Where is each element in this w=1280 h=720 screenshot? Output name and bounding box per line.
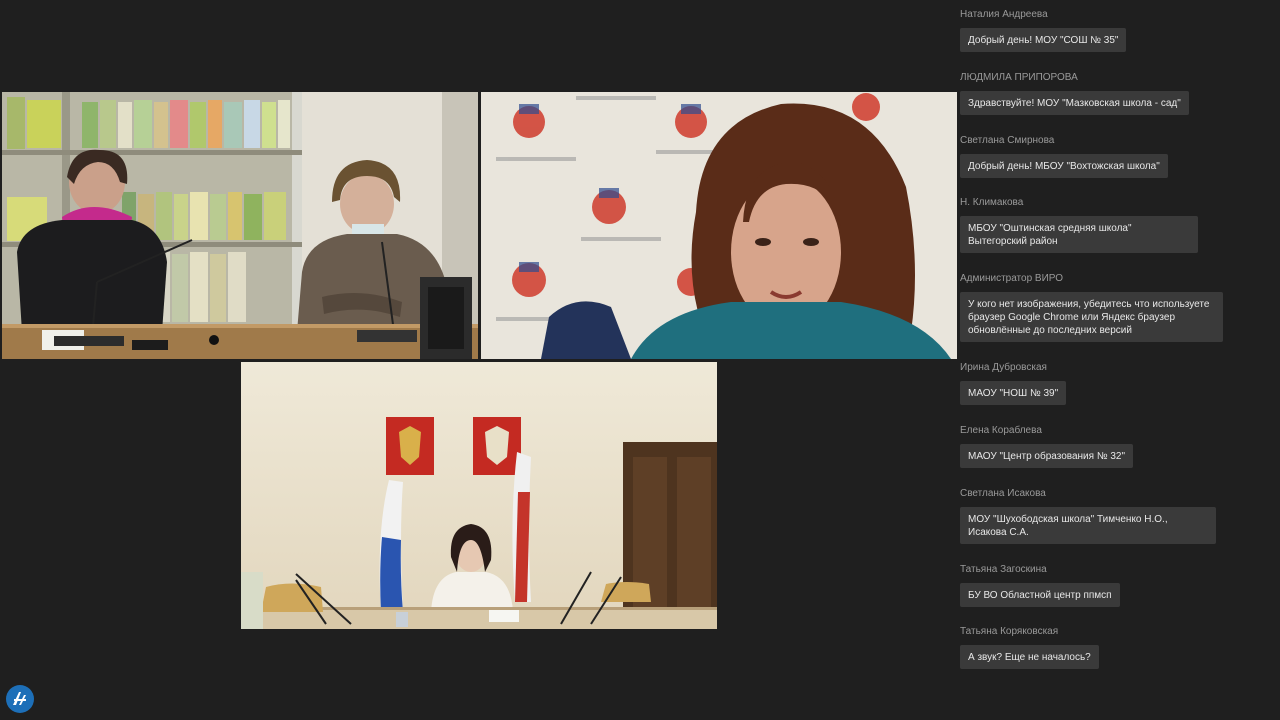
chat-message: Светлана Исакова МОУ "Шухободская школа"… [960,487,1216,544]
chat-bubble: МАОУ "НОШ № 39" [960,381,1067,405]
chat-author: Светлана Исакова [960,488,1046,499]
chat-panel: Наталия Андреева Добрый день! МОУ "СОШ №… [954,0,1280,720]
video-feed-icon [481,92,957,359]
chat-author: Татьяна Загоскина [960,564,1047,575]
chat-message: Светлана Смирнова Добрый день! МБОУ "Вох… [960,134,1168,178]
chat-author: Татьяна Коряковская [960,626,1059,637]
chat-message: Татьяна Коряковская А звук? Еще не начал… [960,625,1099,669]
video-feed-icon [241,362,717,629]
video-stage [0,0,958,720]
video-tile-speaker[interactable] [481,92,957,359]
chat-message: Татьяна Загоскина БУ ВО Областной центр … [960,563,1120,607]
video-tile-conference-hall[interactable] [241,362,717,629]
chat-bubble: Добрый день! МОУ "СОШ № 35" [960,28,1127,52]
chat-bubble: Добрый день! МБОУ "Вохтожская школа" [960,154,1168,178]
chat-bubble: БУ ВО Областной центр ппмсп [960,583,1120,607]
chat-bubble: МАОУ "Центр образования № 32" [960,444,1133,468]
video-tile-library-room[interactable] [2,92,478,359]
chat-message: Администратор ВИРО У кого нет изображени… [960,272,1223,342]
chat-bubble: МОУ "Шухободская школа" Тимченко Н.О., И… [960,507,1216,544]
chat-author: Администратор ВИРО [960,273,1064,284]
chat-message: Елена Кораблева МАОУ "Центр образования … [960,424,1133,468]
chat-bubble: Здравствуйте! МОУ "Мазковская школа - са… [960,91,1189,115]
chat-author: Наталия Андреева [960,9,1048,20]
video-feed-icon [2,92,478,359]
chat-message: Наталия Андреева Добрый день! МОУ "СОШ №… [960,8,1127,52]
chat-message: ЛЮДМИЛА ПРИПОРОВА Здравствуйте! МОУ "Маз… [960,71,1189,115]
chat-bubble: МБОУ "Оштинская средняя школа" Вытегорск… [960,216,1198,253]
chat-message: Ирина Дубровская МАОУ "НОШ № 39" [960,361,1067,405]
chat-message: Н. Климакова МБОУ "Оштинская средняя шко… [960,196,1198,253]
chat-author: ЛЮДМИЛА ПРИПОРОВА [960,72,1078,83]
platform-logo-icon[interactable] [6,685,34,713]
chat-author: Елена Кораблева [960,425,1042,436]
chat-author: Н. Климакова [960,197,1024,208]
chat-author: Ирина Дубровская [960,362,1047,373]
chat-author: Светлана Смирнова [960,135,1055,146]
chat-bubble: А звук? Еще не началось? [960,645,1099,669]
logo-mark-icon [13,692,26,705]
chat-bubble: У кого нет изображения, убедитесь что ис… [960,292,1223,342]
